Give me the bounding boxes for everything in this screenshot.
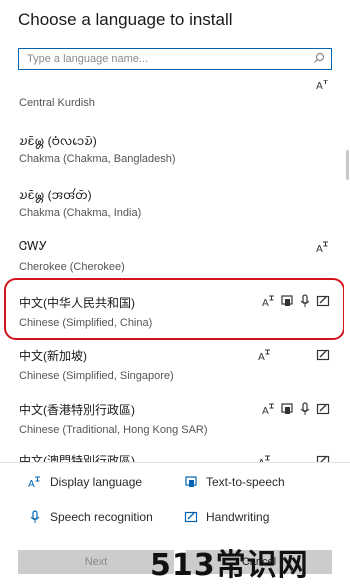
legend-label: Display language [50, 475, 143, 489]
language-native-name: 中文(新加坡) [19, 349, 87, 363]
search-input[interactable] [19, 49, 307, 68]
svg-text:A: A [316, 81, 323, 92]
legend-speech-recognition: Speech recognition [28, 510, 153, 524]
watermark: 513常识网 [150, 548, 309, 583]
display-language-icon: A [258, 455, 270, 462]
list-item[interactable]: 𑄌𑄋𑄴𑄟𑄳𑄦 (𑄝𑄁𑄣𑄘𑄬𑄌𑄴) Chakma (Chakma, Banglad… [0, 124, 344, 178]
microphone-icon [300, 294, 310, 307]
language-english-name: Central Kurdish [19, 97, 95, 109]
legend-handwriting: Handwriting [184, 510, 269, 524]
display-language-icon: A [262, 403, 274, 416]
handwriting-icon [184, 511, 198, 523]
language-english-name: Chakma (Chakma, India) [19, 207, 142, 219]
svg-text:A: A [258, 352, 265, 362]
svg-text:A: A [316, 244, 323, 254]
text-to-speech-icon [185, 476, 197, 487]
scrollbar-thumb[interactable] [346, 150, 349, 180]
display-language-icon: A [316, 241, 328, 254]
list-item[interactable]: ᏣᎳᎩ Cherokee (Cherokee) A [0, 232, 344, 286]
legend-label: Text-to-speech [206, 475, 285, 489]
legend-display-language: A Display language [28, 475, 142, 489]
svg-text:A: A [28, 479, 35, 489]
display-language-icon: A [28, 476, 40, 489]
handwriting-icon [316, 295, 330, 307]
language-native-name: 中文(澳門特別行政區) [19, 454, 135, 462]
dialog-title: Choose a language to install [18, 10, 233, 29]
language-native-name: 𑄌𑄋𑄴𑄟𑄳𑄦 (𑄞𑄢𑄧𑄖𑄴) [19, 188, 92, 202]
list-item[interactable]: 𑄌𑄋𑄴𑄟𑄳𑄦 (𑄞𑄢𑄧𑄖𑄴) Chakma (Chakma, India) [0, 178, 344, 232]
list-item[interactable]: 中文(新加坡) Chinese (Simplified, Singapore) … [0, 340, 344, 394]
language-native-name: ᏣᎳᎩ [19, 239, 48, 253]
legend-label: Speech recognition [50, 510, 153, 524]
text-to-speech-icon [281, 403, 293, 414]
microphone-icon [300, 402, 310, 415]
display-language-icon: A [258, 349, 270, 362]
language-native-name: 𑄌𑄋𑄴𑄟𑄳𑄦 (𑄝𑄁𑄣𑄘𑄬𑄌𑄴) [19, 134, 97, 148]
search-box[interactable] [18, 48, 332, 70]
display-language-icon: A [262, 295, 274, 308]
language-native-name: 中文(中华人民共和国) [19, 296, 135, 310]
list-item[interactable]: 中文(澳門特別行政區) A [0, 448, 344, 462]
language-list[interactable]: Central Kurdish A 𑄌𑄋𑄴𑄟𑄳𑄦 (𑄝𑄁𑄣𑄘𑄬𑄌𑄴) Chakm… [0, 80, 344, 462]
legend-text-to-speech: Text-to-speech [184, 475, 285, 489]
list-item[interactable]: 中文(香港特別行政區) Chinese (Traditional, Hong K… [0, 394, 344, 448]
microphone-icon [30, 510, 40, 523]
scrollbar[interactable] [345, 80, 350, 462]
legend-label: Handwriting [206, 510, 270, 524]
handwriting-icon [316, 403, 330, 415]
feature-legend: A Display language Text-to-speech Speech… [0, 463, 350, 548]
handwriting-icon [316, 349, 330, 361]
list-item-selected[interactable]: 中文(中华人民共和国) Chinese (Simplified, China) … [0, 286, 344, 340]
language-english-name: Chinese (Simplified, China) [19, 317, 153, 329]
list-item[interactable]: Central Kurdish A [0, 80, 344, 130]
language-english-name: Chinese (Traditional, Hong Kong SAR) [19, 424, 208, 436]
language-english-name: Cherokee (Cherokee) [19, 261, 125, 273]
handwriting-icon [316, 455, 330, 462]
language-english-name: Chinese (Simplified, Singapore) [19, 370, 174, 382]
svg-text:A: A [262, 298, 269, 308]
search-icon[interactable] [313, 52, 325, 64]
language-native-name: 中文(香港特別行政區) [19, 403, 135, 417]
language-english-name: Chakma (Chakma, Bangladesh) [19, 153, 176, 165]
display-language-icon: A [316, 80, 328, 92]
svg-text:A: A [262, 406, 269, 416]
text-to-speech-icon [281, 295, 293, 306]
